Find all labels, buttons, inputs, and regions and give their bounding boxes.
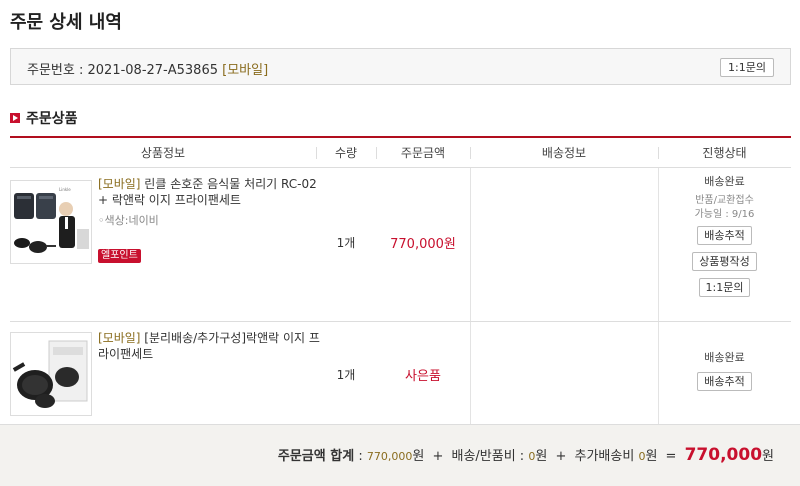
item-status: 배송완료 배송추적 xyxy=(658,350,791,391)
header-qty: 수량 xyxy=(334,146,358,160)
return-note-line1: 반품/교환접수 xyxy=(695,195,754,206)
return-note-line2: 가능일 : 9/16 xyxy=(694,209,755,220)
order-channel-tag: [모바일] xyxy=(222,63,269,78)
equals-sign: = xyxy=(665,449,677,464)
header-price: 주문금액 xyxy=(400,146,446,160)
product-image[interactable]: Linkle xyxy=(10,180,92,264)
header-product: 상품정보 xyxy=(140,146,186,160)
item-quantity: 1개 xyxy=(336,236,356,250)
header-status: 진행상태 xyxy=(702,146,747,160)
total-label: 주문금액 합계 xyxy=(277,449,355,464)
product-channel-tag: [모바일] xyxy=(98,331,141,345)
item-price: 사은품 xyxy=(405,369,441,384)
order-number: 주문번호 : 2021-08-27-A53865 [모바일] xyxy=(27,59,268,78)
order-total-bar: 주문금액 합계 : 770,000원 + 배송/반품비 : 0원 + 추가배송비… xyxy=(0,424,800,486)
item-price: 770,000원 xyxy=(390,237,456,252)
order-total-summary: 주문금액 합계 : 770,000원 + 배송/반품비 : 0원 + 추가배송비… xyxy=(278,445,774,465)
extra-shipping-label: 추가배송비 xyxy=(574,449,635,464)
page-title: 주문 상세 내역 xyxy=(10,12,122,33)
svg-text:Linkle: Linkle xyxy=(59,187,71,192)
product-option: ◦색상:네이비 xyxy=(98,212,159,228)
table-row: Linkle [모바일] 린클 손호준 음식물 처리기 RC-02 + 락앤락 … xyxy=(10,168,791,322)
currency-unit: 원 xyxy=(762,449,774,464)
product-name[interactable]: [모바일] 린클 손호준 음식물 처리기 RC-02 + 락앤락 이지 프라이팬… xyxy=(98,176,320,208)
shipping-label: 배송/반품비 xyxy=(451,449,516,464)
grand-total: 770,000 xyxy=(684,445,763,465)
product-channel-tag: [모바일] xyxy=(98,177,141,191)
plus-sign: + xyxy=(555,449,567,464)
table-row: [모바일] [분리배송/추가구성]락앤락 이지 프라이팬세트 1개 사은품 배송… xyxy=(10,322,791,427)
order-number-value: 2021-08-27-A53865 xyxy=(87,63,219,78)
item-qna-button[interactable]: 1:1문의 xyxy=(698,278,751,297)
option-text: 색상:네이비 xyxy=(104,214,159,227)
currency-unit: 원 xyxy=(535,449,548,464)
product-name[interactable]: [모바일] [분리배송/추가구성]락앤락 이지 프라이팬세트 xyxy=(98,330,320,362)
status-label: 배송완료 xyxy=(704,351,745,364)
status-label: 배송완료 xyxy=(704,175,745,188)
section-title: 주문상품 xyxy=(26,111,78,127)
plus-sign: + xyxy=(432,449,444,464)
column-divider xyxy=(470,168,471,321)
column-divider xyxy=(470,322,471,426)
order-amount: 770,000 xyxy=(366,450,413,463)
section-bullet-icon xyxy=(10,113,20,123)
write-review-button[interactable]: 상품평작성 xyxy=(692,252,757,271)
currency-unit: 원 xyxy=(412,449,425,464)
track-delivery-button[interactable]: 배송추적 xyxy=(697,226,752,245)
section-header: 주문상품 xyxy=(10,108,78,128)
order-number-label: 주문번호 : xyxy=(27,63,88,78)
item-status: 배송완료 반품/교환접수 가능일 : 9/16 배송추적 상품평작성 1:1문의 xyxy=(658,174,791,297)
order-items-table: 상품정보 수량 주문금액 배송정보 진행상태 Linkle [모바일] 린클 손… xyxy=(10,136,791,427)
track-delivery-button[interactable]: 배송추적 xyxy=(697,372,752,391)
item-quantity: 1개 xyxy=(336,368,356,382)
order-info-box: 주문번호 : 2021-08-27-A53865 [모바일] 1:1문의 xyxy=(10,48,791,85)
currency-unit: 원 xyxy=(645,449,658,464)
product-image[interactable] xyxy=(10,332,92,416)
lpoint-badge: 엘포인트 xyxy=(98,249,141,263)
total-colon: : xyxy=(358,449,367,464)
header-delivery: 배송정보 xyxy=(541,146,587,160)
qna-button[interactable]: 1:1문의 xyxy=(720,58,774,77)
shipping-colon: : xyxy=(515,449,529,464)
table-header: 상품정보 수량 주문금액 배송정보 진행상태 xyxy=(10,138,791,168)
